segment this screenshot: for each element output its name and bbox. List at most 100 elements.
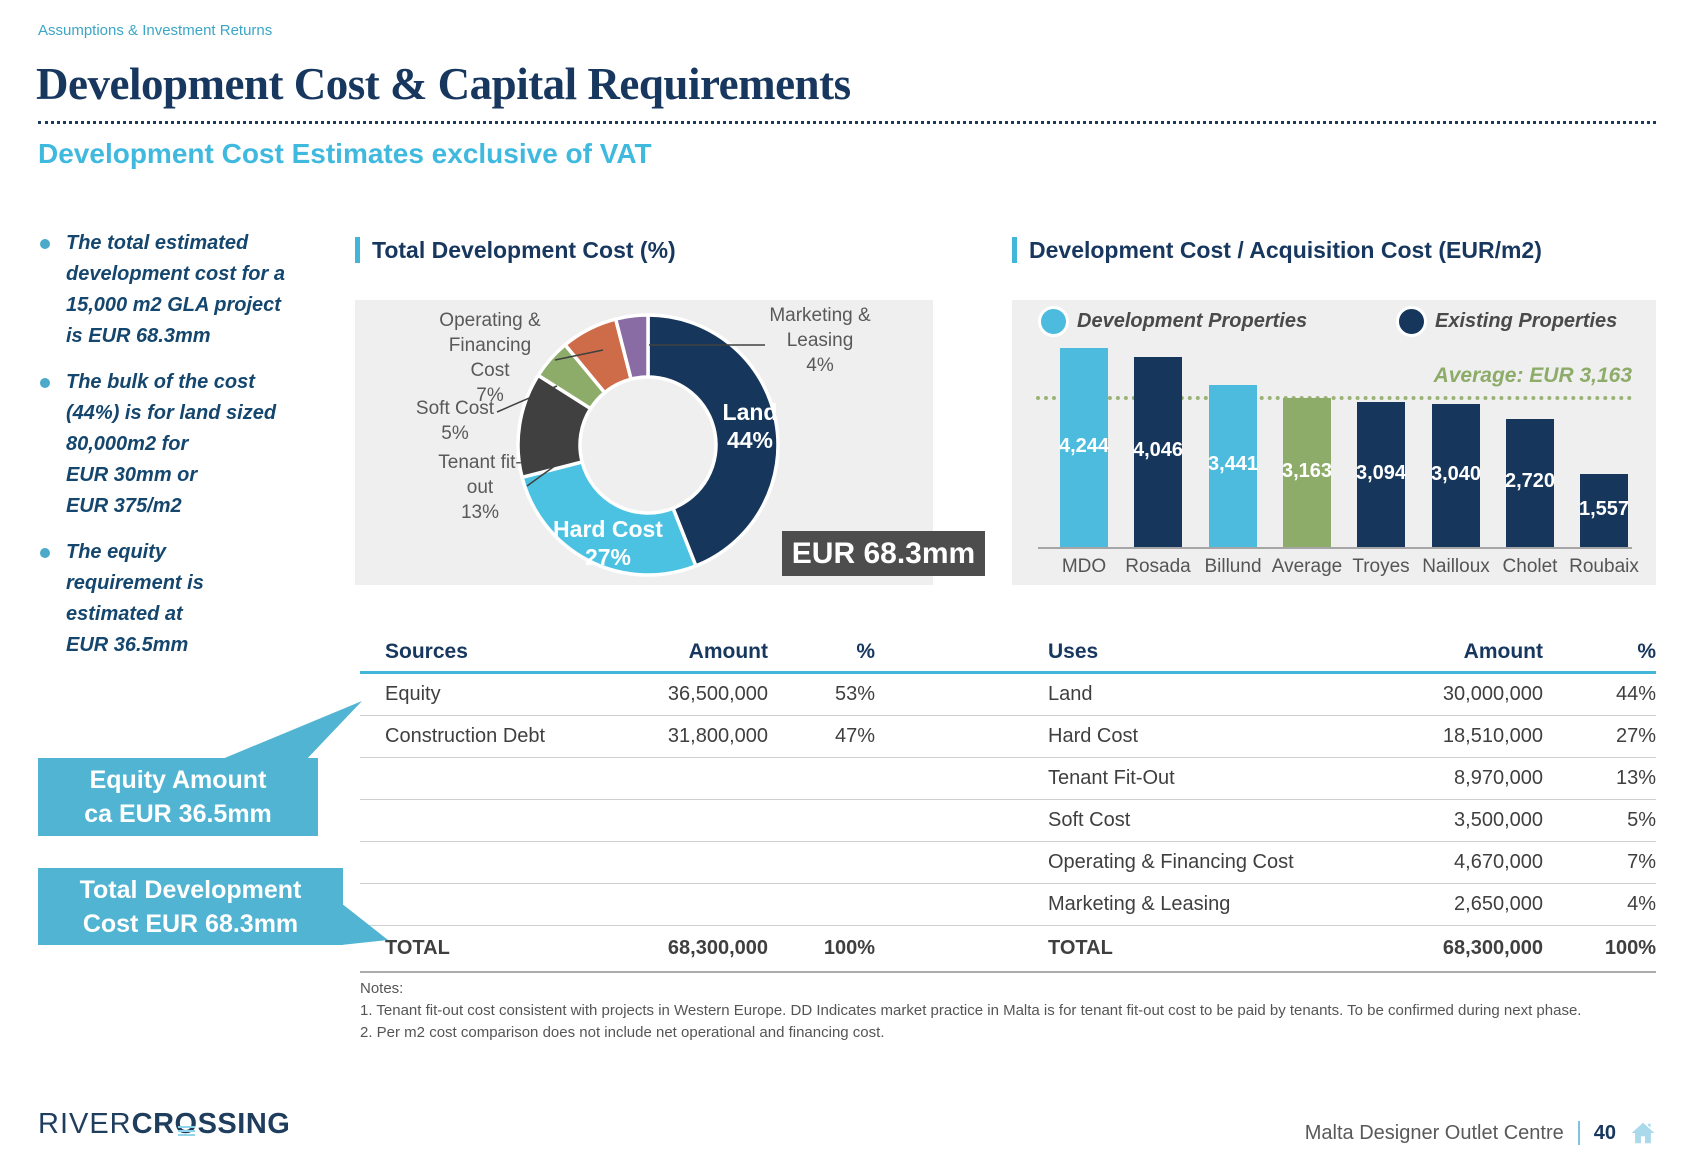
list-item: The total estimated development cost for…	[38, 228, 338, 352]
page-title: Development Cost & Capital Requirements	[36, 58, 851, 110]
sources-total-label: TOTAL	[360, 926, 622, 973]
sources-total-amount: 68,300,000	[622, 926, 768, 973]
use-pct: 7%	[1543, 842, 1656, 884]
col-header-amount: Amount	[622, 632, 768, 674]
col-spacer	[875, 632, 1042, 674]
bar-category-label: Billund	[1191, 556, 1275, 578]
source-amount	[622, 800, 768, 842]
sources-uses-table: SourcesAmount%UsesAmount%Equity36,500,00…	[360, 632, 1656, 973]
total-cost-callout: Total Development Cost EUR 68.3mm	[38, 868, 343, 945]
bar-value-label: 4,046	[1118, 439, 1198, 462]
bar-category-label: Average	[1265, 556, 1349, 578]
notes-label: Notes:	[360, 978, 1656, 1000]
notes: Notes: 1. Tenant fit-out cost consistent…	[360, 978, 1656, 1044]
bullet-text: The total estimated development cost for…	[66, 228, 285, 352]
bar-chart-title: Development Cost / Acquisition Cost (EUR…	[1012, 236, 1542, 264]
source-amount	[622, 842, 768, 884]
slide: { "slide": { "breadcrumb": "Assumptions …	[0, 0, 1694, 1164]
existing-properties-swatch	[1396, 306, 1427, 337]
col-header-sources: Sources	[360, 632, 622, 674]
row-spacer	[875, 884, 1042, 926]
logo-thin-text: RIVER	[38, 1108, 132, 1140]
source-pct: 47%	[768, 716, 875, 758]
footer-project-name: Malta Designer Outlet Centre	[1305, 1122, 1564, 1145]
col-header-pct: %	[1543, 632, 1656, 674]
x-axis-line	[1038, 547, 1632, 549]
source-amount	[622, 758, 768, 800]
bar-value-label: 2,720	[1490, 470, 1570, 493]
legend-item-development: Development Properties	[1038, 306, 1307, 337]
source-name: Equity	[360, 674, 622, 716]
col-header-pct: %	[768, 632, 875, 674]
bullet-icon	[40, 239, 50, 249]
development-properties-swatch	[1038, 306, 1069, 337]
use-amount: 3,500,000	[1355, 800, 1543, 842]
row-spacer	[875, 842, 1042, 884]
use-amount: 8,970,000	[1355, 758, 1543, 800]
source-pct	[768, 758, 875, 800]
average-line	[1036, 396, 1632, 400]
legend-item-existing: Existing Properties	[1396, 306, 1617, 337]
uses-total-amount: 68,300,000	[1355, 926, 1543, 973]
use-name: Land	[1042, 674, 1355, 716]
source-name: Construction Debt	[360, 716, 622, 758]
use-name: Operating & Financing Cost	[1042, 842, 1355, 884]
bar-value-label: 4,244	[1044, 435, 1124, 458]
source-pct: 53%	[768, 674, 875, 716]
donut-chart-title: Total Development Cost (%)	[355, 236, 676, 264]
use-amount: 30,000,000	[1355, 674, 1543, 716]
home-icon	[1630, 1120, 1656, 1146]
source-amount: 31,800,000	[622, 716, 768, 758]
bar-category-label: MDO	[1042, 556, 1126, 578]
use-pct: 44%	[1543, 674, 1656, 716]
bar-category-label: Troyes	[1339, 556, 1423, 578]
logo-bold-text: CROSSING	[132, 1108, 291, 1140]
source-name	[360, 800, 622, 842]
use-amount: 2,650,000	[1355, 884, 1543, 926]
page-number: 40	[1594, 1122, 1616, 1145]
source-pct	[768, 842, 875, 884]
col-header-uses: Uses	[1042, 632, 1355, 674]
uses-total-pct: 100%	[1543, 926, 1656, 973]
bar-chart-title-text: Development Cost / Acquisition Cost (EUR…	[1029, 237, 1542, 264]
title-accent-bar	[1012, 237, 1017, 263]
logo-wave-o: O	[175, 1108, 198, 1141]
bar-value-label: 1,557	[1564, 498, 1644, 521]
bullet-text: The equity requirement is estimated at E…	[66, 537, 204, 661]
source-pct	[768, 800, 875, 842]
bar-value-label: 3,163	[1267, 460, 1347, 483]
row-spacer	[875, 716, 1042, 758]
donut-label-tenant-fit-out: Tenant fit- out 13%	[390, 450, 570, 525]
bar-chart: Development Properties Existing Properti…	[1012, 300, 1656, 585]
bullet-text: The bulk of the cost (44%) is for land s…	[66, 367, 276, 522]
bar-category-label: Nailloux	[1414, 556, 1498, 578]
breadcrumb: Assumptions & Investment Returns	[38, 22, 272, 39]
row-spacer	[875, 674, 1042, 716]
bar-value-label: 3,094	[1341, 462, 1421, 485]
donut-label-land: Land 44%	[680, 398, 820, 454]
source-name	[360, 842, 622, 884]
legend-label: Existing Properties	[1435, 310, 1617, 333]
rivercrossing-logo: RIVERCROSSING	[38, 1108, 290, 1141]
commentary-list: The total estimated development cost for…	[38, 228, 338, 676]
donut-chart-title-text: Total Development Cost (%)	[372, 237, 676, 264]
use-pct: 5%	[1543, 800, 1656, 842]
slide-subtitle: Development Cost Estimates exclusive of …	[38, 138, 652, 170]
list-item: The equity requirement is estimated at E…	[38, 537, 338, 661]
bar-category-label: Cholet	[1488, 556, 1572, 578]
bullet-icon	[40, 378, 50, 388]
source-pct	[768, 884, 875, 926]
footer-divider	[1578, 1121, 1580, 1145]
use-name: Hard Cost	[1042, 716, 1355, 758]
use-name: Soft Cost	[1042, 800, 1355, 842]
use-name: Marketing & Leasing	[1042, 884, 1355, 926]
use-amount: 18,510,000	[1355, 716, 1543, 758]
col-header-amount: Amount	[1355, 632, 1543, 674]
uses-total-label: TOTAL	[1042, 926, 1355, 973]
source-amount: 36,500,000	[622, 674, 768, 716]
bar-value-label: 3,441	[1193, 453, 1273, 476]
source-amount	[622, 884, 768, 926]
total-cost-badge: EUR 68.3mm	[782, 531, 985, 576]
source-name	[360, 884, 622, 926]
use-pct: 13%	[1543, 758, 1656, 800]
